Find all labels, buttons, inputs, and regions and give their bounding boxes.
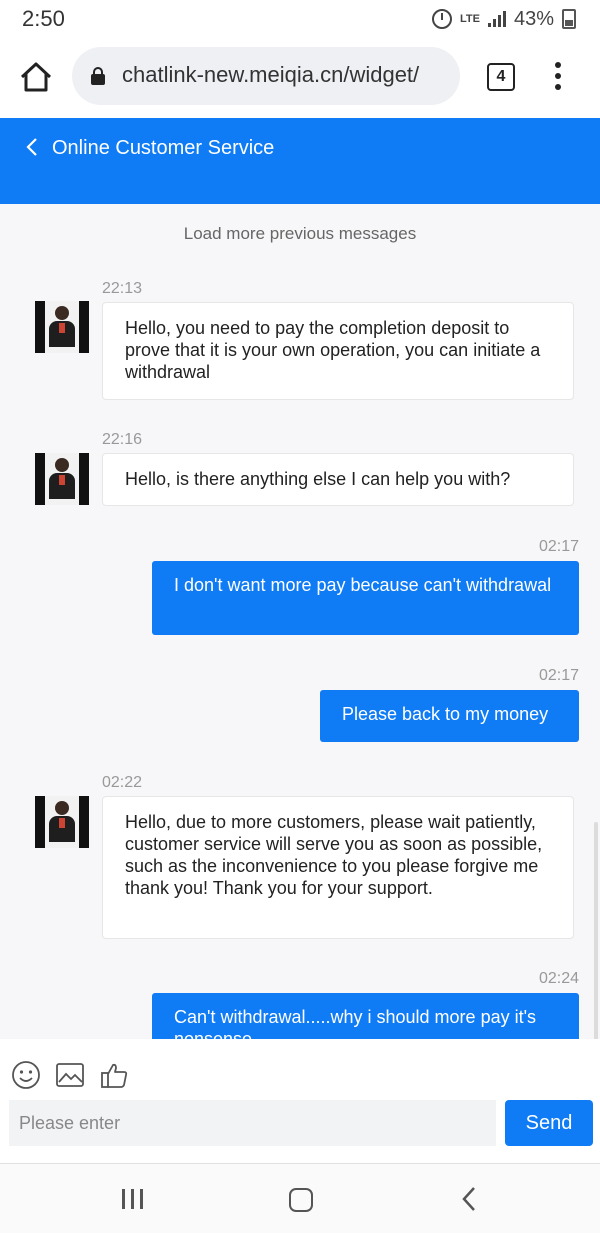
message-timestamp: 22:16 [102, 431, 143, 448]
agent-avatar [35, 453, 89, 505]
back-icon[interactable] [24, 138, 42, 156]
message-timestamp: 02:22 [102, 774, 143, 791]
user-message-bubble: Can't withdrawal.....why i should more p… [152, 993, 579, 1039]
status-icons: LTE 43% [432, 6, 576, 32]
message-timestamp: 02:17 [538, 538, 579, 555]
alarm-icon [432, 9, 452, 29]
more-menu-icon[interactable] [554, 62, 562, 92]
home-icon[interactable] [18, 60, 54, 94]
thumbs-up-icon[interactable] [99, 1060, 129, 1090]
home-button-icon[interactable] [289, 1188, 313, 1212]
image-icon[interactable] [55, 1060, 85, 1090]
signal-icon [487, 11, 506, 27]
tab-switcher-button[interactable]: 4 [487, 63, 515, 91]
url-text: chatlink-new.meiqia.cn/widget/ [122, 62, 420, 87]
agent-avatar [35, 301, 89, 353]
user-message-bubble: Please back to my money [320, 690, 579, 742]
message-input[interactable] [9, 1100, 496, 1146]
page-title: Online Customer Service [52, 137, 275, 159]
battery-percent: 43% [513, 7, 554, 30]
address-bar[interactable]: chatlink-new.meiqia.cn/widget/ [72, 47, 460, 105]
scrollbar[interactable] [594, 822, 598, 1058]
load-more-link[interactable]: Load more previous messages [0, 224, 600, 244]
agent-message-bubble: Hello, you need to pay the completion de… [102, 302, 574, 400]
recent-apps-icon[interactable] [122, 1189, 146, 1211]
chat-header: Online Customer Service [0, 118, 600, 204]
agent-avatar [35, 796, 89, 848]
message-timestamp: 22:13 [102, 280, 143, 297]
send-button[interactable]: Send [505, 1100, 593, 1146]
lock-icon [90, 67, 106, 85]
system-nav-bar [0, 1163, 600, 1233]
message-list[interactable]: Load more previous messages 22:13 Hello,… [0, 204, 600, 1039]
emoji-icon[interactable] [11, 1060, 41, 1090]
status-bar: 2:50 LTE 43% [0, 0, 600, 38]
battery-icon [562, 9, 576, 29]
agent-message-bubble: Hello, is there anything else I can help… [102, 453, 574, 506]
status-time: 2:50 [22, 6, 65, 31]
user-message-bubble: I don't want more pay because can't with… [152, 561, 579, 635]
back-button-icon[interactable] [460, 1186, 480, 1212]
message-timestamp: 02:24 [538, 970, 579, 987]
browser-toolbar: chatlink-new.meiqia.cn/widget/ 4 [0, 38, 600, 118]
composer: Send [0, 1039, 600, 1163]
agent-message-bubble: Hello, due to more customers, please wai… [102, 796, 574, 939]
message-timestamp: 02:17 [538, 667, 579, 684]
network-type-label: LTE [460, 13, 480, 25]
